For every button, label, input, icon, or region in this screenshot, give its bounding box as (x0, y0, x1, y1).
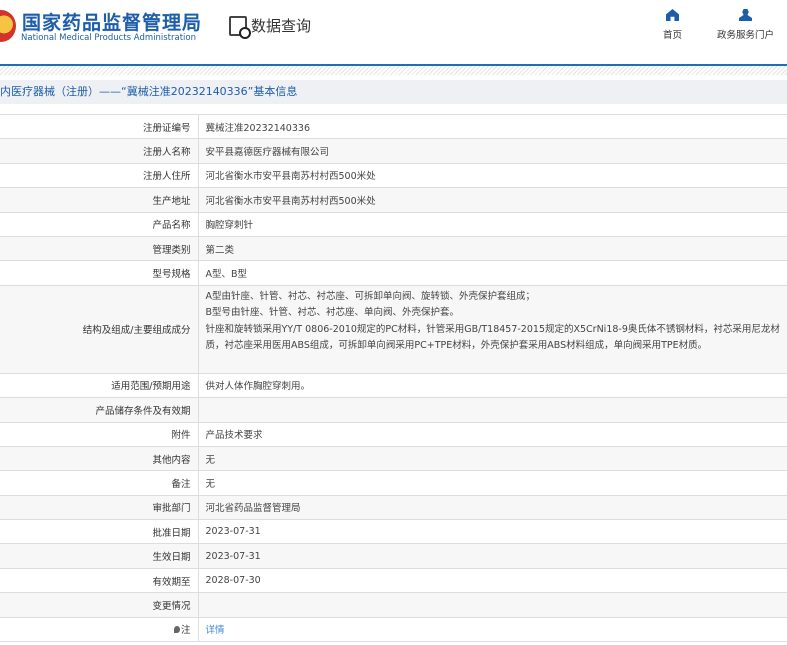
nav-gov-portal[interactable]: 政务服务门户 (717, 9, 774, 41)
row-label: 审批部门 (0, 494, 199, 521)
row-label: 附件 (0, 421, 199, 447)
row-value (198, 592, 787, 618)
table-row: 注册人名称 安平县嘉德医疗器械有限公司 (0, 138, 787, 164)
row-value: 无 (198, 445, 787, 472)
row-value: 河北省药品监督管理局 (198, 494, 787, 521)
table-row: 结构及组成/主要组成成分 A型由针座、针管、衬芯、衬芯座、可拆卸单向阀、旋转锁、外… (0, 284, 787, 374)
row-label: 适用范围/预期用途 (0, 372, 199, 399)
logo-subtitle: National Medical Products Administration (21, 33, 196, 43)
nav-home-label: 首页 (663, 30, 683, 41)
row-label: 生产地址 (0, 187, 199, 213)
national-emblem-logo (0, 10, 16, 42)
table-row: 变更情况 (0, 592, 787, 618)
table-row: 产品储存条件及有效期 (0, 397, 787, 423)
row-value: 冀械注准20232140336 (198, 113, 787, 140)
table-row: 型号规格 A型、B型 (0, 260, 787, 286)
row-label: 批准日期 (0, 519, 199, 545)
row-value: 产品技术要求 (198, 421, 787, 447)
site-header: 国家药品监督管理局 National Medical Products Admi… (0, 0, 787, 66)
home-icon (666, 9, 679, 21)
table-row: 管理类别 第二类 (0, 235, 787, 262)
row-label: 生效日期 (0, 543, 199, 569)
row-label: 有效期至 (0, 567, 199, 594)
row-label: 备注 (0, 470, 199, 496)
row-value: 2023-07-31 (198, 519, 787, 545)
note-label-text: 注 (180, 625, 191, 637)
row-value: 2023-07-31 (198, 543, 787, 569)
table-row: 批准日期 2023-07-31 (0, 519, 787, 545)
details-link[interactable]: 详情 (206, 625, 225, 636)
divider-stripe (0, 66, 787, 75)
nav-home[interactable]: 首页 (663, 9, 682, 41)
row-value: 河北省衡水市安平县南苏村村西500米处 (198, 162, 787, 189)
row-label: 产品储存条件及有效期 (0, 397, 199, 423)
document-search-icon (229, 15, 251, 39)
row-value: 胸腔穿刺针 (198, 211, 787, 237)
value-line: A型由针座、针管、衬芯、衬芯座、可拆卸单向阀、旋转锁、外壳保护套组成； (205, 290, 536, 302)
table-row: 适用范围/预期用途 供对人体作胸腔穿刺用。 (0, 372, 787, 399)
row-value: A型、B型 (198, 260, 787, 286)
row-value: 第二类 (198, 235, 787, 262)
row-value: 安平县嘉德医疗器械有限公司 (198, 138, 787, 164)
row-value: 河北省衡水市安平县南苏村村西500米处 (198, 187, 787, 213)
table-row: 附件 产品技术要求 (0, 421, 787, 447)
row-label: 注册证编号 (0, 113, 199, 140)
row-label: 管理类别 (0, 235, 199, 262)
row-value: 供对人体作胸腔穿刺用。 (198, 372, 787, 399)
table-row: 注册证编号 冀械注准20232140336 (0, 113, 787, 140)
table-row: 备注无 (0, 470, 787, 496)
note-label: 注 (0, 616, 199, 643)
row-value: 2028-07-30 (198, 567, 787, 594)
note-row: 注 详情 (0, 616, 787, 643)
user-icon (739, 9, 752, 21)
row-label: 结构及组成/主要组成成分 (0, 284, 199, 374)
table-row: 注册人住所 河北省衡水市安平县南苏村村西500米处 (0, 162, 787, 189)
page-title: 内医疗器械（注册）——“冀械注准20232140336”基本信息 (0, 80, 787, 104)
value-line: 针座和旋转锁采用YY/T 0806-2010规定的PC材料，针管采用GB/T18… (205, 323, 780, 352)
table-row: 生效日期 2023-07-31 (0, 543, 787, 569)
row-value: A型由针座、针管、衬芯、衬芯座、可拆卸单向阀、旋转锁、外壳保护套组成； B型号由针… (198, 284, 787, 374)
value-line: B型号由针座、针管、衬芯、衬芯座、单向阀、外壳保护套。 (205, 307, 460, 319)
row-label: 注册人住所 (0, 162, 199, 189)
section-title: 数据查询 (251, 17, 312, 35)
row-label: 注册人名称 (0, 138, 199, 164)
table-row: 审批部门 河北省药品监督管理局 (0, 494, 787, 521)
row-value (198, 397, 787, 423)
data-query-heading: 数据查询 (229, 15, 312, 39)
table-row: 其他内容无 (0, 445, 787, 472)
row-value: 无 (198, 470, 787, 496)
nav-portal-label: 政务服务门户 (717, 30, 775, 41)
table-row: 有效期至 2028-07-30 (0, 567, 787, 594)
note-value: 详情 (198, 616, 787, 643)
table-row: 生产地址 河北省衡水市安平县南苏村村西500米处 (0, 187, 787, 213)
row-label: 其他内容 (0, 445, 199, 472)
logo-title[interactable]: 国家药品监督管理局 (22, 8, 202, 35)
pin-icon (173, 626, 180, 634)
table-row: 产品名称 胸腔穿刺针 (0, 211, 787, 237)
detail-table: 注册证编号 冀械注准20232140336 注册人名称 安平县嘉德医疗器械有限公司 注册… (0, 113, 787, 643)
row-label: 产品名称 (0, 211, 199, 237)
row-label: 型号规格 (0, 260, 199, 286)
row-label: 变更情况 (0, 592, 199, 618)
